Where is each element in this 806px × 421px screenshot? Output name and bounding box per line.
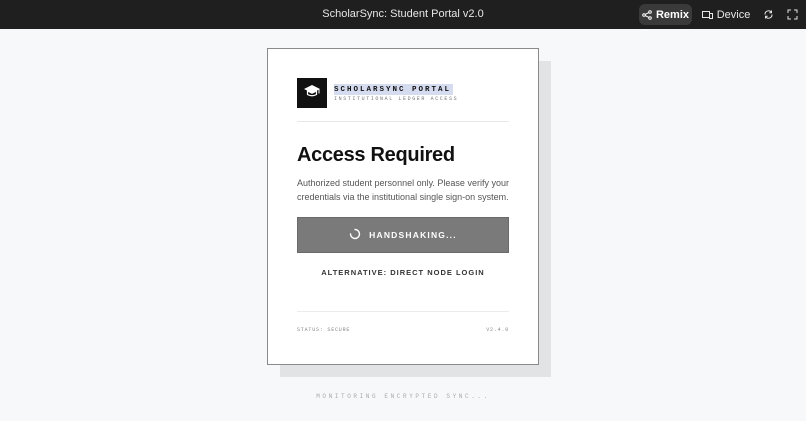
- device-button[interactable]: Device: [700, 4, 752, 25]
- brand-name: SCHOLARSYNC PORTAL: [334, 84, 454, 95]
- sso-login-label: HANDSHAKING...: [369, 230, 457, 240]
- sso-login-button[interactable]: HANDSHAKING...: [297, 217, 509, 253]
- login-card: SCHOLARSYNC PORTAL INSTITUTIONAL LEDGER …: [267, 48, 539, 365]
- refresh-icon[interactable]: [761, 7, 775, 21]
- divider: [297, 121, 509, 122]
- description-text: Authorized student personnel only. Pleas…: [297, 178, 509, 202]
- brand-subtitle: INSTITUTIONAL LEDGER ACCESS: [334, 96, 459, 102]
- version-text: V2.4.0: [486, 327, 509, 333]
- top-bar: ScholarSync: Student Portal v2.0 Remix D…: [0, 0, 806, 29]
- remix-label: Remix: [655, 8, 690, 21]
- fullscreen-icon[interactable]: [785, 7, 799, 21]
- direct-node-login-link[interactable]: ALTERNATIVE: DIRECT NODE LOGIN: [297, 268, 509, 277]
- device-icon: [701, 10, 713, 20]
- page-title: Access Required: [297, 144, 455, 166]
- device-label: Device: [716, 8, 751, 21]
- remix-icon: [642, 9, 652, 20]
- footer-status: MONITORING ENCRYPTED SYNC...: [316, 393, 490, 400]
- status-text: STATUS: SECURE: [297, 327, 351, 333]
- graduation-cap-icon: [303, 84, 321, 103]
- divider: [297, 311, 509, 312]
- remix-button[interactable]: Remix: [639, 4, 692, 25]
- logo: [297, 78, 327, 108]
- spinner-icon: [349, 228, 361, 242]
